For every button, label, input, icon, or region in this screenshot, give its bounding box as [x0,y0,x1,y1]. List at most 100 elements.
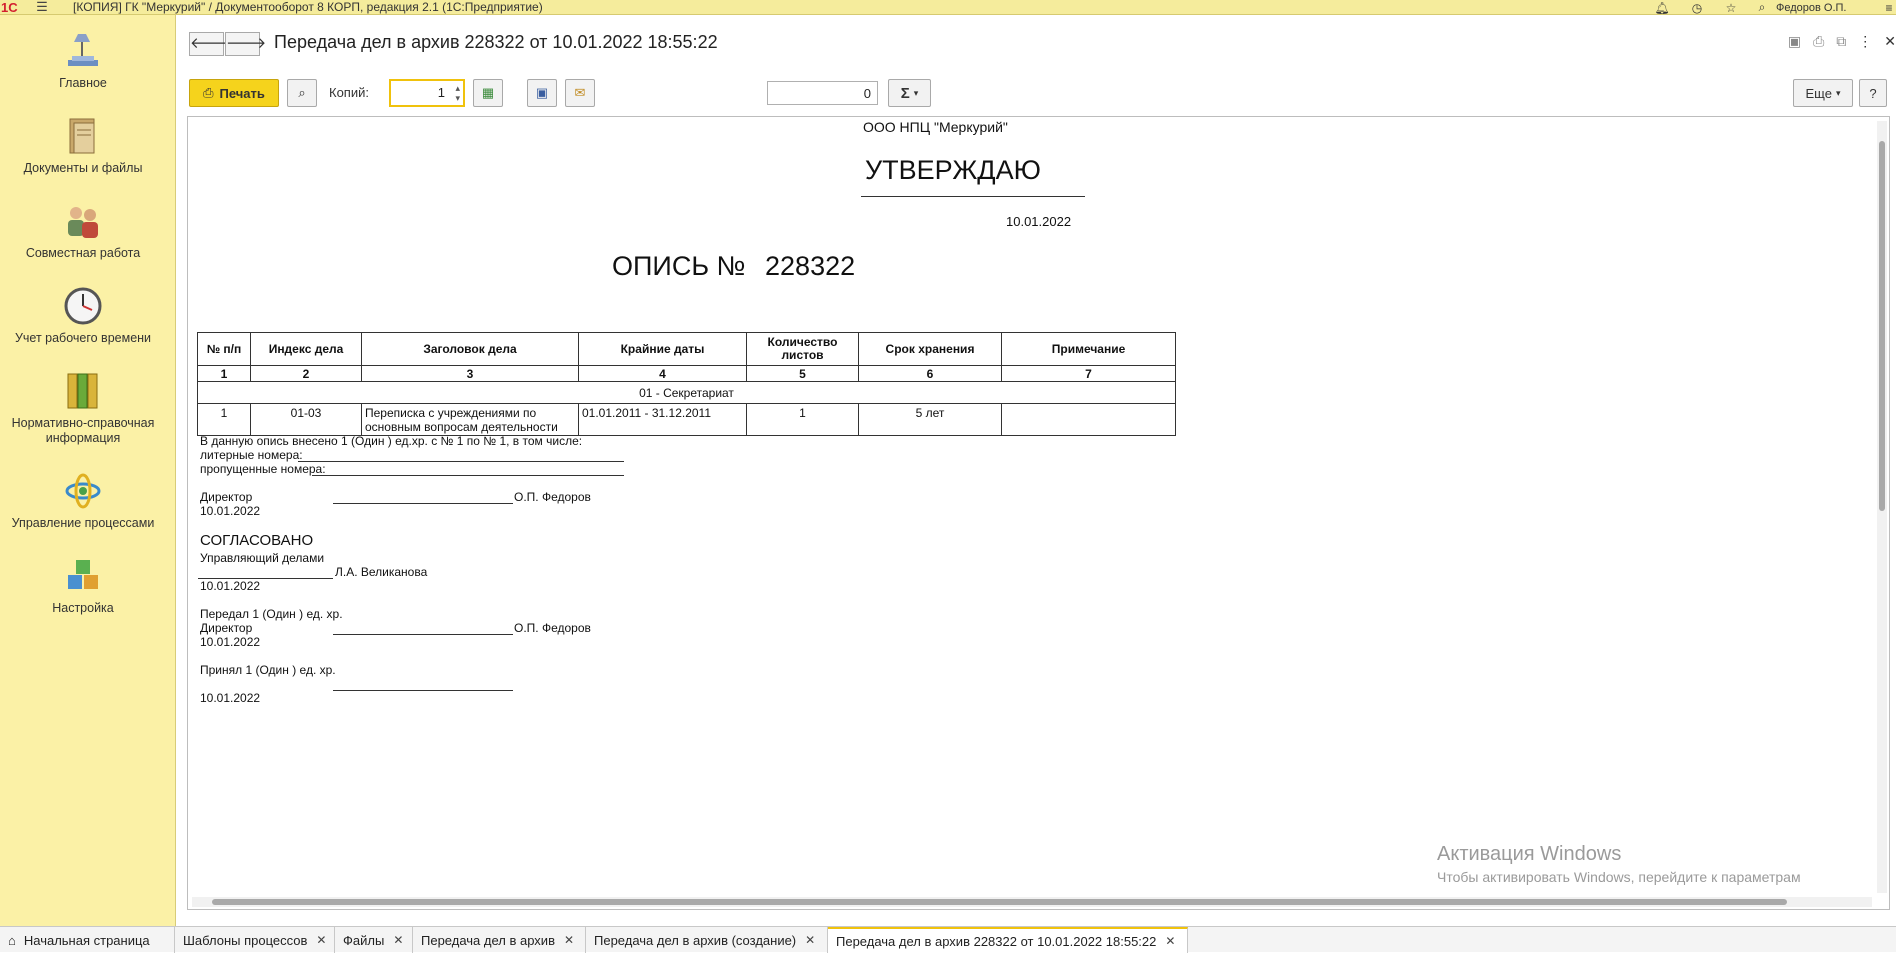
form-area: 🡐 🡒 Передача дел в архив 228322 от 10.01… [177,15,1896,926]
search-icon[interactable]: ⌕ [1748,0,1776,15]
table-header-cell: Срок хранения [858,332,1002,366]
close-tab-icon[interactable]: ✕ [805,933,815,947]
current-user[interactable]: Федоров О.П. [1776,2,1882,14]
tab-process-templates[interactable]: Шаблоны процессов ✕ [175,927,335,953]
table-cell: 1 [197,403,251,436]
desk-lamp-icon [68,34,98,66]
settings-menu-icon[interactable]: ≡ [1882,1,1896,15]
document-content: ООО НПЦ "Меркурий" УТВЕРЖДАЮ 10.01.2022 … [188,117,1868,897]
section-label: Нормативно-справочная информация [11,416,155,445]
window-titlebar: 1С ☰ [КОПИЯ] ГК "Меркурий" / Документооб… [0,0,1896,15]
scroll-thumb[interactable] [212,899,1787,905]
section-label: Документы и файлы [23,161,143,175]
table-number-cell: 3 [361,365,579,382]
main-menu-icon[interactable]: ☰ [31,0,53,15]
director-date: 10.01.2022 [200,504,261,518]
section-documents[interactable]: Документы и файлы [0,115,166,176]
handed-text: Передал 1 (Один ) ед. хр. [200,607,343,621]
back-button[interactable]: 🡐 [189,32,230,56]
print-button[interactable]: ⎙ Печать [189,79,279,107]
copies-input[interactable]: 1 ▴ ▾ [389,79,465,107]
manager-name: Л.А. Великанова [335,565,428,579]
section-reference-info[interactable]: Нормативно-справочная информация [0,370,166,446]
bell-icon[interactable]: 🔔︎ [1644,1,1680,15]
received-date: 10.01.2022 [200,691,261,705]
tab-archive-transfer-228322[interactable]: Передача дел в архив 228322 от 10.01.202… [828,927,1188,953]
magnifier-icon: ⌕ [298,85,306,100]
tab-archive-transfer-list[interactable]: Передача дел в архив ✕ [413,927,586,953]
more-label: Еще [1805,85,1832,101]
handed-role: Директор [200,621,253,635]
preview-button[interactable]: ⌕ [287,79,317,107]
tab-files[interactable]: Файлы ✕ [335,927,413,953]
manager-label: Управляющий делами [200,551,325,565]
process-icon [65,473,101,509]
vertical-scrollbar[interactable] [1877,121,1887,893]
sum-field[interactable]: 0 [767,81,878,105]
close-tab-icon[interactable]: ✕ [1165,934,1175,948]
more-menu-icon[interactable]: ⋮ [1858,33,1872,50]
form-window-tools: ▣ ⎙ ⧉ ⋮ ✕ [1788,33,1896,50]
chevron-down-icon: ▾ [1835,87,1841,98]
stepper-icon[interactable]: ▴ ▾ [455,83,460,103]
clock-icon [64,287,102,325]
table-number-cell: 2 [250,365,362,382]
inventory-title: ОПИСЬ № 228322 [612,251,855,282]
star-icon[interactable]: ☆ [1714,1,1748,15]
forward-button[interactable]: 🡒 [225,32,266,56]
letter-numbers-line [298,461,624,462]
table-header-cell: Заголовок дела [361,332,579,366]
copies-label: Копий: [329,85,369,100]
scroll-thumb[interactable] [1879,141,1885,511]
approve-date: 10.01.2022 [1006,214,1072,229]
manager-date: 10.01.2022 [200,579,261,593]
tab-home[interactable]: ⌂ Начальная страница [0,927,175,953]
tab-label: Передача дел в архив 228322 от 10.01.202… [836,933,1157,949]
table-header-row: № п/п Индекс дела Заголовок дела Крайние… [197,332,1176,366]
section-process-management[interactable]: Управление процессами [0,470,166,531]
save-icon[interactable]: ▣ [1788,33,1801,50]
help-button[interactable]: ? [1859,79,1887,107]
binders-icon [67,373,98,409]
chevron-down-icon: ▾ [913,87,919,98]
app-logo[interactable]: 1С [1,0,31,15]
tab-label: Передача дел в архив [421,932,555,948]
letter-numbers-label: литерные номера: [200,448,303,462]
documents-icon [69,118,95,154]
table-number-cell: 1 [197,365,251,382]
tab-label: Файлы [343,932,385,948]
table-number-cell: 5 [746,365,859,382]
tab-archive-transfer-create[interactable]: Передача дел в архив (создание) ✕ [586,927,828,953]
close-icon[interactable]: ✕ [1884,33,1896,50]
close-tab-icon[interactable]: ✕ [393,933,403,947]
group-cell: 01 - Секретариат [197,381,1176,404]
horizontal-scrollbar[interactable] [192,897,1872,907]
handed-signature-line [333,634,513,635]
save-file-button[interactable]: ▣ [527,79,557,107]
section-main[interactable]: Главное [0,30,166,91]
print-label: Печать [219,85,265,101]
spreadsheet-document[interactable]: ООО НПЦ "Меркурий" УТВЕРЖДАЮ 10.01.2022 … [187,116,1890,910]
summary-line: В данную опись внесено 1 (Один ) ед.хр. … [200,434,583,448]
preview-icon[interactable]: ⧉ [1836,33,1846,50]
print-icon[interactable]: ⎙ [1813,33,1824,50]
table-header-cell: № п/п [197,332,251,366]
sum-button[interactable]: Σ ▾ [888,79,931,107]
close-tab-icon[interactable]: ✕ [564,933,574,947]
signature-line [861,196,1085,197]
send-mail-button[interactable]: ✉ [565,79,595,107]
edit-mode-button[interactable]: ▦ [473,79,503,107]
table-cell: 01.01.2011 - 31.12.2011 [578,403,747,436]
activation-watermark-text: Чтобы активировать Windows, перейдите к … [1437,869,1801,885]
people-icon [68,207,98,238]
close-tab-icon[interactable]: ✕ [316,933,326,947]
inventory-table: № п/п Индекс дела Заголовок дела Крайние… [197,332,1176,436]
more-button[interactable]: Еще ▾ [1793,79,1853,107]
table-cell: Переписка с учреждениями по основным воп… [361,403,579,436]
section-time-tracking[interactable]: Учет рабочего времени [0,285,166,346]
director-signature-line [333,503,513,504]
section-collaboration[interactable]: Совместная работа [0,200,166,261]
table-row: 1 01-03 Переписка с учреждениями по осно… [197,403,1176,436]
section-settings[interactable]: Настройка [0,555,166,616]
history-icon[interactable]: ◷ [1680,1,1714,15]
